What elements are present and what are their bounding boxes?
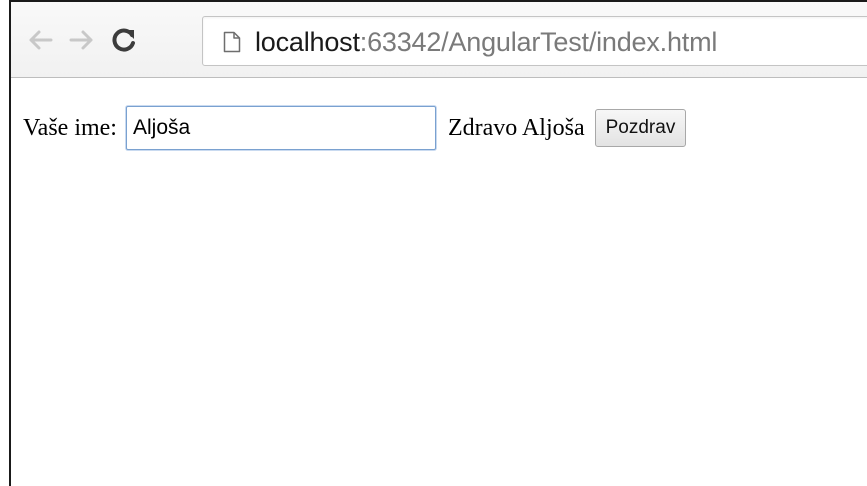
page-content: Vaše ime: Zdravo Aljoša Pozdrav bbox=[23, 106, 687, 150]
arrow-right-icon bbox=[69, 30, 93, 50]
back-button[interactable] bbox=[23, 22, 57, 58]
name-label: Vaše ime: bbox=[23, 114, 117, 141]
greeting-text: Zdravo Aljoša bbox=[447, 114, 585, 141]
address-url: localhost:63342/AngularTest/index.html bbox=[255, 27, 717, 57]
reload-icon bbox=[112, 28, 135, 52]
url-host: localhost bbox=[255, 27, 360, 57]
address-bar[interactable]: localhost:63342/AngularTest/index.html bbox=[202, 16, 867, 66]
browser-toolbar: localhost:63342/AngularTest/index.html bbox=[11, 2, 867, 78]
url-path: :63342/AngularTest/index.html bbox=[359, 27, 718, 57]
arrow-left-icon bbox=[29, 30, 53, 50]
forward-button[interactable] bbox=[65, 22, 99, 58]
page-icon bbox=[223, 31, 241, 53]
browser-window: localhost:63342/AngularTest/index.html V… bbox=[9, 0, 867, 486]
reload-button[interactable] bbox=[107, 22, 141, 58]
greet-button[interactable]: Pozdrav bbox=[594, 109, 687, 147]
name-input[interactable] bbox=[125, 106, 436, 150]
